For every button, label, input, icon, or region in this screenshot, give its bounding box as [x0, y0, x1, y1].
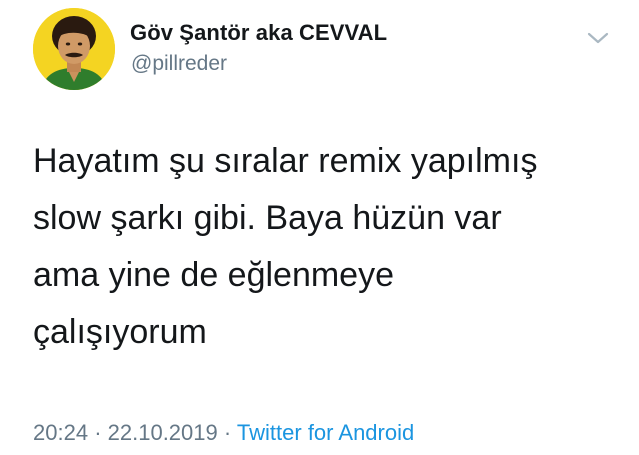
tweet-date[interactable]: 22.10.2019 — [108, 420, 218, 445]
tweet-text-line: Hayatım şu sıralar remix yapılmış — [33, 142, 538, 180]
meta-separator: · — [223, 420, 232, 445]
tweet-source-link[interactable]: Twitter for Android — [237, 420, 414, 445]
tweet-menu-button[interactable] — [584, 27, 612, 49]
tweet-metadata: 20:24 · 22.10.2019 · Twitter for Android — [33, 420, 414, 446]
author-display-name[interactable]: Göv Şantör aka CEVVAL — [130, 20, 387, 46]
chevron-down-icon — [587, 32, 609, 44]
author-handle[interactable]: @pillreder — [131, 52, 227, 76]
tweet-time[interactable]: 20:24 — [33, 420, 88, 445]
avatar[interactable] — [33, 8, 115, 90]
meta-separator: · — [94, 420, 102, 445]
tweet-text: Hayatım şu sıralar remix yapılmış slow ş… — [33, 133, 623, 361]
avatar-image — [33, 8, 115, 90]
tweet-text-line: ama yine de eğlenmeye — [33, 256, 395, 294]
tweet-text-line: çalışıyorum — [33, 313, 207, 351]
tweet-text-line: slow şarkı gibi. Baya hüzün var — [33, 199, 502, 237]
tweet-card: Göv Şantör aka CEVVAL @pillreder Hayatım… — [0, 0, 639, 455]
